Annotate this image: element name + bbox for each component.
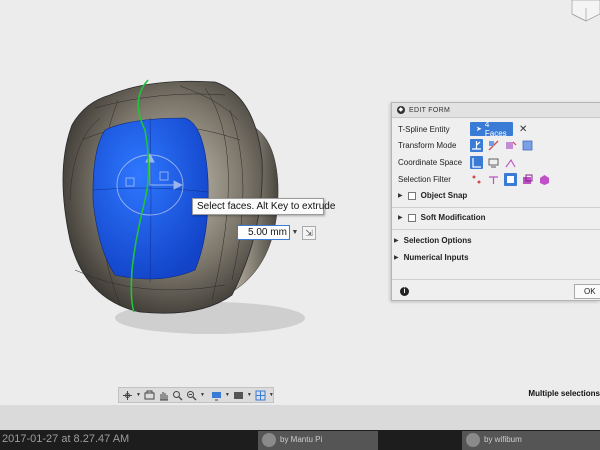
expand-triangle-icon[interactable]: ▶ [394, 254, 399, 261]
visual-style-icon[interactable] [233, 390, 244, 401]
soft-modification-label: Soft Modification [420, 213, 486, 222]
chevron-down-icon[interactable]: ▼ [200, 392, 205, 398]
transform-mode-label: Transform Mode [398, 141, 457, 150]
object-filter-icon[interactable] [538, 173, 551, 186]
section-divider [392, 229, 600, 230]
info-icon[interactable]: i [400, 287, 409, 296]
view-space-icon[interactable] [487, 156, 500, 169]
scale-icon[interactable] [521, 139, 534, 152]
coordinate-space-label: Coordinate Space [398, 158, 463, 167]
chevron-down-icon[interactable]: ▼ [247, 392, 252, 398]
section-divider [392, 279, 600, 280]
expand-triangle-icon[interactable]: ▶ [398, 192, 403, 199]
section-divider [392, 207, 600, 208]
expand-triangle-icon[interactable]: ▶ [398, 214, 403, 221]
edge-filter-icon[interactable] [487, 173, 500, 186]
chevron-down-icon[interactable]: ▼ [269, 392, 274, 398]
tspline-entity-label: T-Spline Entity [398, 124, 450, 134]
object-snap-checkbox[interactable] [407, 191, 416, 200]
chevron-down-icon[interactable]: ▼ [290, 225, 300, 240]
display-settings-icon[interactable] [211, 390, 222, 401]
soft-modification-row[interactable]: ▶ Soft Modification [398, 213, 486, 222]
distance-manipulator-box: ▼ ⇲ [237, 224, 319, 241]
distance-input[interactable] [237, 225, 290, 240]
transform-mode-row: Transform Mode [398, 139, 538, 152]
avatar [466, 433, 480, 447]
tspline-entity-row: T-Spline Entity ➤ 4 Faces ✕ [398, 120, 527, 138]
object-snap-label: Object Snap [420, 191, 468, 200]
cursor-icon: ➤ [476, 126, 482, 133]
view-cube[interactable] [562, 0, 600, 22]
object-snap-row[interactable]: ▶ Object Snap [398, 191, 467, 200]
avatar [262, 433, 276, 447]
vertex-filter-icon[interactable] [470, 173, 483, 186]
selection-options-label: Selection Options [403, 236, 472, 245]
soft-modification-checkbox[interactable] [407, 213, 416, 222]
video-thumbnail[interactable]: by Mantu Pi [258, 431, 378, 450]
ok-button[interactable]: OK [574, 284, 600, 299]
zoom-icon[interactable] [172, 390, 183, 401]
panel-header[interactable]: ◆ EDIT FORM [392, 103, 600, 118]
multi-transform-icon[interactable] [470, 139, 483, 152]
chevron-down-icon[interactable]: ▼ [225, 392, 230, 398]
screenshot-timestamp: 2017-01-27 at 8.27.47 AM [2, 433, 130, 445]
translate-icon[interactable] [487, 139, 500, 152]
thumbnail-author: by Mantu Pi [280, 435, 323, 444]
clear-selection-icon[interactable]: ✕ [519, 124, 527, 135]
fit-zoom-icon[interactable] [186, 390, 197, 401]
chevron-down-icon[interactable]: ▼ [136, 392, 141, 398]
canvas-viewport[interactable]: Select faces. Alt Key to extrude ▼ ⇲ ◆ E… [0, 0, 600, 405]
selection-filter-label: Selection Filter [398, 175, 451, 184]
pin-icon[interactable]: ⇲ [302, 225, 316, 240]
expand-triangle-icon[interactable]: ▶ [394, 237, 399, 244]
face-filter-icon[interactable] [504, 173, 517, 186]
status-message: Multiple selections [528, 389, 600, 398]
navigation-toolbar: ▼ ▼ ▼ ▼ ▼ [118, 387, 274, 403]
faces-count: 4 Faces [484, 120, 507, 138]
local-space-icon[interactable] [504, 156, 517, 169]
pan-hand-icon[interactable] [158, 390, 169, 401]
selection-filter-row: Selection Filter [398, 173, 555, 186]
thumbnail-author: by wifibum [484, 435, 522, 444]
grid-icon[interactable] [255, 390, 266, 401]
faces-selection-button[interactable]: ➤ 4 Faces [470, 120, 513, 138]
form-icon: ◆ [397, 106, 405, 114]
rotate-icon[interactable] [504, 139, 517, 152]
world-space-icon[interactable] [470, 156, 483, 169]
numerical-inputs-row[interactable]: ▶ Numerical Inputs [394, 253, 469, 262]
numerical-inputs-label: Numerical Inputs [403, 253, 469, 262]
edit-form-panel: ◆ EDIT FORM T-Spline Entity ➤ 4 Faces ✕ … [391, 102, 600, 301]
selection-tooltip: Select faces. Alt Key to extrude [192, 198, 335, 215]
video-thumbnail[interactable]: by wifibum [462, 431, 600, 450]
coordinate-space-row: Coordinate Space [398, 156, 521, 169]
panel-title: EDIT FORM [409, 106, 451, 114]
look-at-icon[interactable] [144, 390, 155, 401]
orbit-icon[interactable] [122, 390, 133, 401]
selection-options-row[interactable]: ▶ Selection Options [394, 236, 472, 245]
body-filter-icon[interactable] [521, 173, 534, 186]
